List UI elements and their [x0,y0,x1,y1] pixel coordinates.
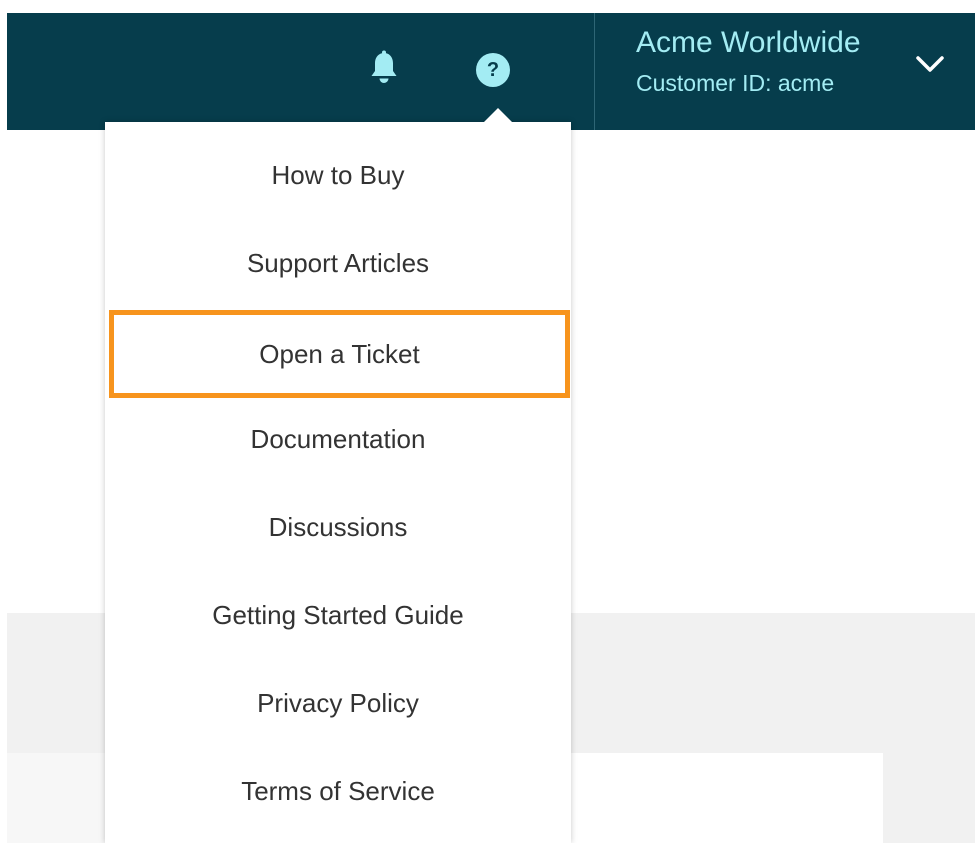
menu-item-terms-of-service[interactable]: Terms of Service [105,747,571,835]
menu-item-support-articles[interactable]: Support Articles [105,219,571,307]
bell-icon [371,50,397,83]
account-switcher[interactable]: Acme Worldwide Customer ID: acme [636,26,966,106]
menu-item-documentation[interactable]: Documentation [105,395,571,483]
customer-id: Customer ID: acme [636,70,835,96]
menu-item-getting-started-guide[interactable]: Getting Started Guide [105,571,571,659]
background-section-left [7,753,105,843]
notifications-button[interactable] [364,48,404,88]
menu-item-open-a-ticket[interactable]: Open a Ticket [109,310,570,398]
page: ? Acme Worldwide Customer ID: acme How t… [0,0,975,843]
menu-item-how-to-buy[interactable]: How to Buy [105,131,571,219]
background-section-right [883,753,975,843]
chevron-down-icon [916,56,944,72]
menu-caret [482,108,514,124]
header-divider [594,13,595,130]
help-button[interactable]: ? [471,50,515,90]
help-dropdown-menu: How to Buy Support Articles Open a Ticke… [105,122,571,843]
account-name: Acme Worldwide [636,26,861,59]
menu-item-privacy-policy[interactable]: Privacy Policy [105,659,571,747]
menu-item-discussions[interactable]: Discussions [105,483,571,571]
question-circle-icon: ? [476,53,510,87]
question-mark-glyph: ? [486,59,500,81]
